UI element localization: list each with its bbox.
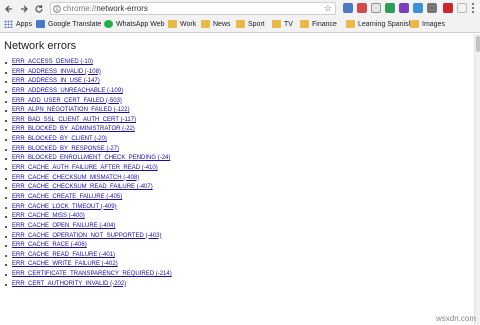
bookmark-apps[interactable]: Apps <box>4 20 32 28</box>
error-link[interactable]: ERR_BLOCKED_ENROLLMENT_CHECK_PENDING (-2… <box>12 155 170 161</box>
bookmark-star-icon[interactable]: ☆ <box>324 3 332 14</box>
list-item: ERR_CACHE_CREATE_FAILURE (-405) <box>5 193 172 203</box>
error-link[interactable]: ERR_CACHE_CREATE_FAILURE (-405) <box>12 194 122 200</box>
bookmark-google-translate[interactable]: Google Translate <box>36 20 101 28</box>
list-item: ERR_ALPN_NEGOTIATION_FAILED (-122) <box>5 106 172 116</box>
whatsapp-icon <box>104 20 113 28</box>
list-item: ERR_CACHE_WRITE_FAILURE (-402) <box>5 260 172 270</box>
error-list: ERR_ACCESS_DENIED (-10) ERR_ADDRESS_INVAL… <box>5 58 172 290</box>
page-title: Network errors <box>4 40 77 52</box>
list-item: ERR_CERT_AUTHORITY_INVALID (-202) <box>5 280 172 290</box>
extension-onenote-icon[interactable] <box>399 3 409 13</box>
error-link[interactable]: ERR_ADDRESS_IN_USE (-147) <box>12 78 100 84</box>
error-link[interactable]: ERR_CACHE_RACE (-406) <box>12 242 87 248</box>
error-link[interactable]: ERR_CERT_AUTHORITY_INVALID (-202) <box>12 281 126 287</box>
folder-icon <box>346 20 355 28</box>
list-item: ERR_BLOCKED_BY_ADMINISTRATOR (-22) <box>5 125 172 135</box>
bookmark-folder-tv[interactable]: TV <box>272 20 293 28</box>
folder-icon <box>300 20 309 28</box>
bookmark-folder-sport[interactable]: Sport <box>236 20 265 28</box>
error-link[interactable]: ERR_ADDRESS_INVALID (-108) <box>12 69 101 75</box>
error-link[interactable]: ERR_CACHE_AUTH_FAILURE_AFTER_READ (-410) <box>12 165 158 171</box>
error-link[interactable]: ERR_ACCESS_DENIED (-10) <box>12 59 93 65</box>
error-link[interactable]: ERR_BLOCKED_BY_CLIENT (-20) <box>12 136 107 142</box>
list-item: ERR_CACHE_AUTH_FAILURE_AFTER_READ (-410) <box>5 164 172 174</box>
error-link[interactable]: ERR_CACHE_LOCK_TIMEOUT (-409) <box>12 204 117 210</box>
list-item: ERR_ADDRESS_INVALID (-108) <box>5 68 172 78</box>
error-link[interactable]: ERR_CACHE_CHECKSUM_READ_FAILURE (-407) <box>12 184 153 190</box>
folder-icon <box>272 20 281 28</box>
error-link[interactable]: ERR_BAD_SSL_CLIENT_AUTH_CERT (-117) <box>12 117 136 123</box>
menu-kebab-icon[interactable] <box>470 3 476 13</box>
list-item: ERR_CACHE_CHECKSUM_READ_FAILURE (-407) <box>5 183 172 193</box>
bookmark-folder-news[interactable]: News <box>201 20 231 28</box>
apps-icon <box>4 20 13 28</box>
list-item: ERR_ACCESS_DENIED (-10) <box>5 58 172 68</box>
list-item: ERR_CACHE_CHECKSUM_MISMATCH (-408) <box>5 174 172 184</box>
error-link[interactable]: ERR_CACHE_MISS (-400) <box>12 213 85 219</box>
address-bar[interactable]: chrome:// network-errors ☆ <box>50 2 336 15</box>
forward-button[interactable] <box>17 2 30 15</box>
error-link[interactable]: ERR_CACHE_WRITE_FAILURE (-402) <box>12 261 118 267</box>
url-scheme: chrome:// <box>63 4 97 13</box>
translate-icon <box>36 20 45 28</box>
extension-dark-icon[interactable] <box>427 3 437 13</box>
list-item: ERR_CACHE_OPERATION_NOT_SUPPORTED (-403) <box>5 232 172 242</box>
bookmark-whatsapp-web[interactable]: WhatsApp Web <box>104 20 165 28</box>
bookmark-folder-finance[interactable]: Finance <box>300 20 337 28</box>
folder-icon <box>168 20 177 28</box>
arrow-left-icon <box>4 5 12 12</box>
folder-icon <box>236 20 245 28</box>
list-item: ERR_CACHE_LOCK_TIMEOUT (-409) <box>5 203 172 213</box>
list-item: ERR_ADDRESS_IN_USE (-147) <box>5 77 172 87</box>
list-item: ERR_ADDRESS_UNREACHABLE (-109) <box>5 87 172 97</box>
error-link[interactable]: ERR_ADDRESS_UNREACHABLE (-109) <box>12 88 123 94</box>
back-button[interactable] <box>2 2 15 15</box>
extension-blue-icon[interactable] <box>413 3 423 13</box>
bookmark-folder-learning-spanish[interactable]: Learning Spanish <box>346 20 413 28</box>
bookmarks-bar: Apps Google Translate WhatsApp Web Work … <box>0 17 480 33</box>
list-item: ERR_CACHE_MISS (-400) <box>5 212 172 222</box>
arrow-right-icon <box>20 5 28 12</box>
info-icon[interactable] <box>51 4 63 13</box>
vertical-scrollbar[interactable] <box>474 34 480 325</box>
list-item: ERR_BAD_SSL_CLIENT_AUTH_CERT (-117) <box>5 116 172 126</box>
list-item: ERR_CACHE_OPEN_FAILURE (-404) <box>5 222 172 232</box>
error-link[interactable]: ERR_CACHE_OPERATION_NOT_SUPPORTED (-403) <box>12 233 161 239</box>
extension-grey-icon[interactable] <box>371 3 381 13</box>
list-item: ERR_BLOCKED_BY_CLIENT (-20) <box>5 135 172 145</box>
error-link[interactable]: ERR_CACHE_CHECKSUM_MISMATCH (-408) <box>12 175 139 181</box>
watermark: wsxdn.com <box>435 314 476 323</box>
extension-box-icon[interactable] <box>457 3 467 13</box>
list-item: ERR_CACHE_RACE (-406) <box>5 241 172 251</box>
folder-icon <box>201 20 210 28</box>
bookmark-folder-work[interactable]: Work <box>168 20 196 28</box>
extension-green-icon[interactable] <box>385 3 395 13</box>
error-link[interactable]: ERR_BLOCKED_BY_RESPONSE (-27) <box>12 146 119 152</box>
error-link[interactable]: ERR_CERTIFICATE_TRANSPARENCY_REQUIRED (-… <box>12 271 172 277</box>
browser-toolbar: chrome:// network-errors ☆ <box>0 0 480 17</box>
error-link[interactable]: ERR_BLOCKED_BY_ADMINISTRATOR (-22) <box>12 126 135 132</box>
extension-youtube-icon[interactable] <box>443 3 453 13</box>
list-item: ERR_CERTIFICATE_TRANSPARENCY_REQUIRED (-… <box>5 270 172 280</box>
list-item: ERR_BLOCKED_ENROLLMENT_CHECK_PENDING (-2… <box>5 154 172 164</box>
scrollbar-thumb[interactable] <box>476 36 480 52</box>
url-path: network-errors <box>96 4 148 13</box>
reload-icon <box>34 4 43 13</box>
error-link[interactable]: ERR_CACHE_OPEN_FAILURE (-404) <box>12 223 115 229</box>
extension-red-icon[interactable] <box>357 3 367 13</box>
list-item: ERR_BLOCKED_BY_RESPONSE (-27) <box>5 145 172 155</box>
list-item: ERR_CACHE_READ_FAILURE (-401) <box>5 251 172 261</box>
bookmark-folder-images[interactable]: Images <box>410 20 445 28</box>
list-item: ERR_ADD_USER_CERT_FAILED (-503) <box>5 97 172 107</box>
page-content: Network errors ERR_ACCESS_DENIED (-10) ER… <box>0 34 474 325</box>
error-link[interactable]: ERR_ADD_USER_CERT_FAILED (-503) <box>12 98 122 104</box>
folder-icon <box>410 20 419 28</box>
error-link[interactable]: ERR_ALPN_NEGOTIATION_FAILED (-122) <box>12 107 130 113</box>
extension-translate-icon[interactable] <box>343 3 353 13</box>
error-link[interactable]: ERR_CACHE_READ_FAILURE (-401) <box>12 252 115 258</box>
reload-button[interactable] <box>32 2 45 15</box>
